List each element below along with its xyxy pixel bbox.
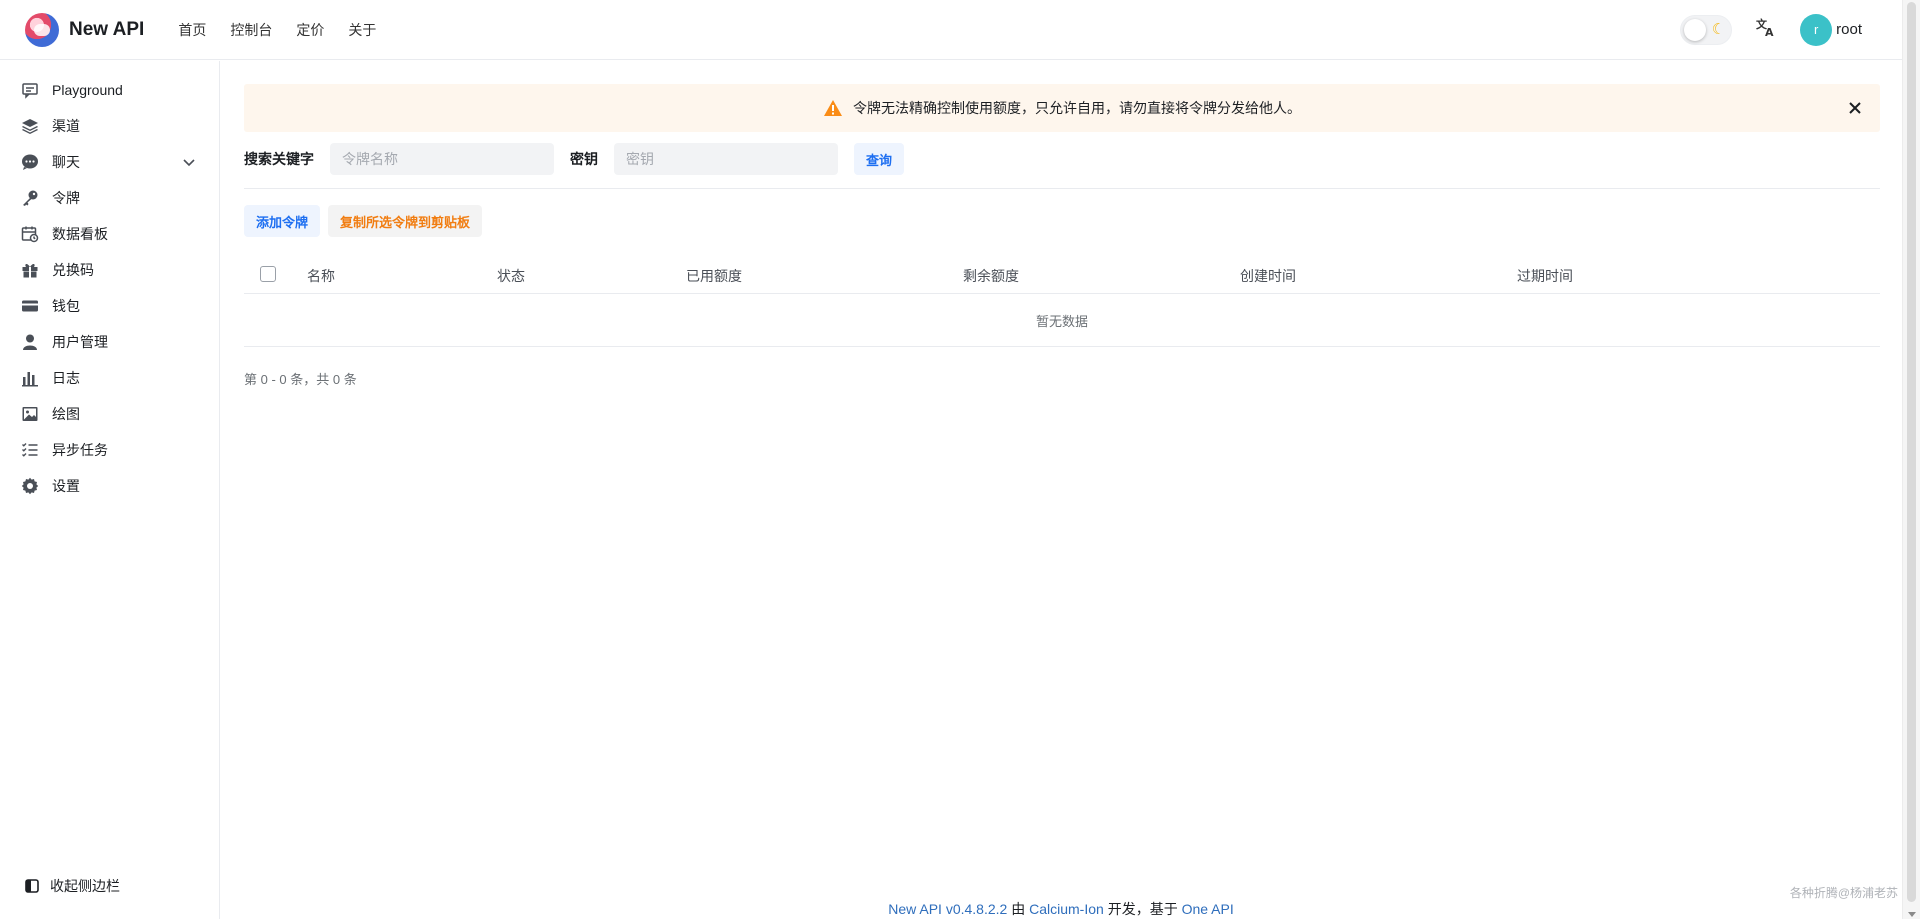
nav-console[interactable]: 控制台 bbox=[230, 20, 272, 40]
sidebar-item-label: 兑换码 bbox=[52, 262, 94, 278]
select-all-checkbox[interactable] bbox=[260, 265, 276, 282]
copy-selected-tokens-button[interactable]: 复制所选令牌到剪贴板 bbox=[328, 205, 483, 237]
empty-state: 暂无数据 bbox=[244, 294, 1880, 347]
scroll-thumb[interactable] bbox=[1907, 2, 1916, 902]
translate-icon[interactable]: 文 A bbox=[1756, 17, 1776, 42]
user-menu[interactable]: r root bbox=[1800, 13, 1862, 46]
footer-base-link[interactable]: One API bbox=[1182, 901, 1234, 917]
gift-icon bbox=[20, 260, 40, 280]
sidebar-item-drawing[interactable]: 绘图 bbox=[0, 397, 219, 431]
collapse-sidebar-label: 收起侧边栏 bbox=[50, 878, 120, 894]
footer: New API v0.4.8.2.2 由 Calcium-Ion 开发，基于 O… bbox=[220, 899, 1902, 919]
chevron-down-icon[interactable] bbox=[181, 154, 197, 170]
warning-banner: 令牌无法精确控制使用额度，只允许自用，请勿直接将令牌分发给他人。 bbox=[244, 84, 1880, 132]
image-icon bbox=[20, 404, 40, 424]
nav-home[interactable]: 首页 bbox=[178, 20, 206, 40]
column-header[interactable]: 过期时间 bbox=[1517, 266, 1573, 286]
column-header[interactable]: 创建时间 bbox=[1240, 266, 1296, 286]
footer-text: 开发，基于 bbox=[1107, 901, 1178, 917]
top-nav: 首页 控制台 定价 关于 bbox=[178, 20, 400, 40]
query-button[interactable]: 查询 bbox=[854, 143, 905, 175]
sidebar-item-label: 设置 bbox=[52, 478, 80, 494]
sidebar-item-label: 钱包 bbox=[52, 298, 80, 314]
sidebar-item-async-tasks[interactable]: 异步任务 bbox=[0, 433, 219, 467]
search-form: 搜索关键字 密钥 查询 bbox=[244, 142, 905, 176]
tokens-table: 名称 状态 已用额度 剩余额度 创建时间 过期时间 暂无数据 bbox=[244, 254, 1880, 347]
scroll-down-arrow-icon[interactable] bbox=[1908, 912, 1916, 917]
chat-bubble-icon bbox=[20, 152, 40, 172]
key-input[interactable] bbox=[614, 143, 838, 175]
action-bar: 添加令牌 复制所选令牌到剪贴板 bbox=[244, 205, 483, 237]
bar-chart-icon bbox=[20, 368, 40, 388]
sidebar-item-users[interactable]: 用户管理 bbox=[0, 325, 219, 359]
sidebar-item-label: 用户管理 bbox=[52, 334, 108, 350]
toggle-knob bbox=[1684, 18, 1707, 41]
sidebar-item-wallet[interactable]: 钱包 bbox=[0, 289, 219, 323]
column-header[interactable]: 状态 bbox=[497, 266, 525, 286]
divider bbox=[244, 188, 1880, 189]
sidebar-item-dashboard[interactable]: 数据看板 bbox=[0, 217, 219, 251]
nav-about[interactable]: 关于 bbox=[348, 20, 376, 40]
keyword-label: 搜索关键字 bbox=[244, 151, 314, 167]
warning-text: 令牌无法精确控制使用额度，只允许自用，请勿直接将令牌分发给他人。 bbox=[853, 100, 1301, 116]
sidebar-item-label: 异步任务 bbox=[52, 442, 108, 458]
brand-name: New API bbox=[69, 18, 145, 40]
scrollbar[interactable] bbox=[1902, 0, 1920, 919]
sidebar-item-label: 聊天 bbox=[52, 154, 80, 170]
message-square-icon bbox=[20, 80, 40, 100]
avatar: r bbox=[1800, 13, 1833, 46]
sidebar-item-tokens[interactable]: 令牌 bbox=[0, 181, 219, 215]
brand[interactable]: New API bbox=[25, 12, 145, 47]
watermark: 各种折腾@杨浦老苏 bbox=[1789, 886, 1898, 900]
sidebar-item-label: 数据看板 bbox=[52, 226, 108, 242]
logo-icon bbox=[25, 12, 59, 47]
sidebar-item-label: 绘图 bbox=[52, 406, 80, 422]
sidebar: Playground 渠道 聊天 令牌 数据看板 兑换码 钱包 用户管理 日志 … bbox=[0, 61, 220, 919]
sidebar-item-settings[interactable]: 设置 bbox=[0, 469, 219, 503]
pagination-info: 第 0 - 0 条，共 0 条 bbox=[244, 372, 357, 387]
table-header: 名称 状态 已用额度 剩余额度 创建时间 过期时间 bbox=[244, 254, 1880, 294]
keyword-input[interactable] bbox=[330, 143, 554, 175]
svg-text:A: A bbox=[1765, 26, 1774, 37]
header-right: ☾ 文 A r root bbox=[1680, 13, 1862, 46]
layers-icon bbox=[20, 116, 40, 136]
key-icon bbox=[20, 188, 40, 208]
top-header: New API 首页 控制台 定价 关于 ☾ 文 A r root bbox=[0, 0, 1902, 60]
user-icon bbox=[20, 332, 40, 352]
sidebar-item-label: 令牌 bbox=[52, 190, 80, 206]
sidebar-item-label: Playground bbox=[52, 82, 123, 98]
gear-icon bbox=[20, 476, 40, 496]
footer-version-link[interactable]: New API v0.4.8.2.2 bbox=[888, 901, 1007, 917]
warning-icon bbox=[823, 99, 843, 117]
checklist-icon bbox=[20, 440, 40, 460]
sidebar-item-redeem[interactable]: 兑换码 bbox=[0, 253, 219, 287]
add-token-button[interactable]: 添加令牌 bbox=[244, 205, 321, 237]
sidebar-item-label: 日志 bbox=[52, 370, 80, 386]
theme-toggle[interactable]: ☾ bbox=[1680, 14, 1733, 45]
calendar-clock-icon bbox=[20, 224, 40, 244]
footer-text: 由 bbox=[1011, 901, 1026, 917]
sidebar-item-channels[interactable]: 渠道 bbox=[0, 109, 219, 143]
sidebar-item-chat[interactable]: 聊天 bbox=[0, 145, 219, 179]
key-label: 密钥 bbox=[570, 151, 598, 167]
sidebar-collapse-icon bbox=[24, 878, 40, 894]
sidebar-item-logs[interactable]: 日志 bbox=[0, 361, 219, 395]
close-icon[interactable] bbox=[1846, 99, 1864, 117]
column-header[interactable]: 名称 bbox=[307, 266, 335, 286]
collapse-sidebar-button[interactable]: 收起侧边栏 bbox=[0, 871, 219, 901]
column-header[interactable]: 已用额度 bbox=[686, 266, 742, 286]
column-header[interactable]: 剩余额度 bbox=[963, 266, 1019, 286]
credit-card-icon bbox=[20, 296, 40, 316]
sidebar-item-playground[interactable]: Playground bbox=[0, 73, 219, 107]
nav-pricing[interactable]: 定价 bbox=[296, 20, 324, 40]
footer-author-link[interactable]: Calcium-Ion bbox=[1029, 901, 1104, 917]
username: root bbox=[1836, 21, 1862, 38]
moon-icon: ☾ bbox=[1711, 20, 1726, 38]
page: New API 首页 控制台 定价 关于 ☾ 文 A r root Playgr… bbox=[0, 0, 1920, 919]
sidebar-item-label: 渠道 bbox=[52, 118, 80, 134]
